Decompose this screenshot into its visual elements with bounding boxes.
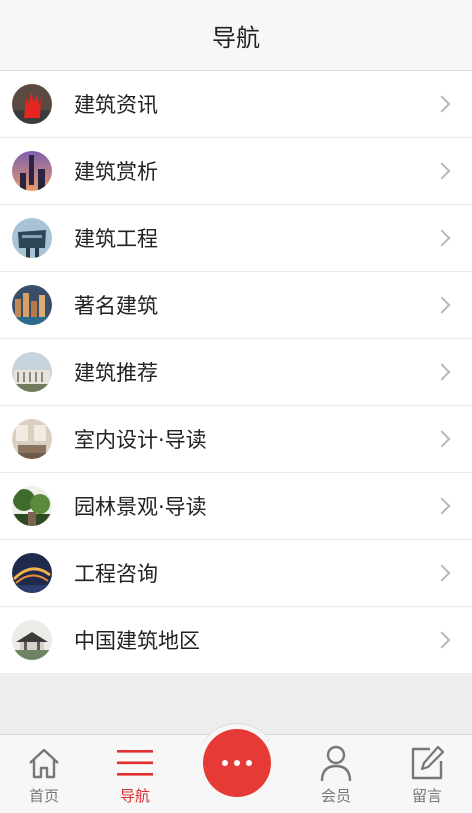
menu-item-label: 建筑工程: [74, 227, 158, 251]
navigation-header: 导航: [0, 0, 472, 71]
menu-item-architecture-news[interactable]: 建筑资讯: [0, 71, 472, 138]
menu-item-construction-engineering[interactable]: 建筑工程: [0, 205, 472, 272]
menu-item-label: 著名建筑: [74, 294, 158, 318]
home-icon: [29, 748, 59, 779]
tab-label: 会员: [320, 787, 351, 805]
interior-room-thumbnail: [12, 419, 52, 459]
chevron-right-icon: [433, 564, 451, 582]
chinese-pavilion-thumbnail: [12, 620, 52, 660]
tower-sunset-thumbnail: [12, 151, 52, 191]
garden-thumbnail: [12, 486, 52, 526]
tab-label: 首页: [28, 787, 59, 805]
chevron-right-icon: [433, 162, 451, 180]
menu-item-label: 建筑推荐: [74, 361, 158, 385]
chevron-right-icon: [433, 631, 451, 649]
chevron-right-icon: [433, 497, 451, 515]
page-title: 导航: [212, 23, 260, 52]
menu-item-interior-design[interactable]: 室内设计·导读: [0, 406, 472, 473]
red-sculpture-thumbnail: [12, 84, 52, 124]
menu-item-architecture-recommendation[interactable]: 建筑推荐: [0, 339, 472, 406]
lit-bridge-thumbnail: [12, 553, 52, 593]
chevron-right-icon: [433, 296, 451, 314]
tab-label: 留言: [411, 787, 442, 805]
more-icon: [222, 760, 252, 766]
tab-member[interactable]: 会员: [291, 735, 381, 813]
menu-item-label: 工程咨询: [74, 562, 158, 586]
menu-item-chinese-architecture-regions[interactable]: 中国建筑地区: [0, 607, 472, 673]
chevron-right-icon: [433, 363, 451, 381]
user-icon: [320, 745, 352, 782]
edit-icon: [411, 745, 445, 780]
navigation-menu: 建筑资讯 建筑赏析 建筑工程 著名建筑 建筑推荐 室内设计·导读 园林景观·导读…: [0, 71, 472, 673]
chevron-right-icon: [433, 430, 451, 448]
city-night-thumbnail: [12, 285, 52, 325]
chevron-right-icon: [433, 229, 451, 247]
tab-message[interactable]: 留言: [382, 735, 472, 813]
more-button[interactable]: [203, 729, 271, 797]
menu-item-label: 园林景观·导读: [74, 495, 207, 519]
classical-facade-thumbnail: [12, 352, 52, 392]
menu-item-label: 室内设计·导读: [74, 428, 207, 452]
menu-item-label: 建筑资讯: [74, 93, 158, 117]
tab-home[interactable]: 首页: [0, 735, 89, 813]
menu-item-architecture-appreciation[interactable]: 建筑赏析: [0, 138, 472, 205]
menu-icon: [117, 750, 153, 776]
menu-item-garden-landscape[interactable]: 园林景观·导读: [0, 473, 472, 540]
chevron-right-icon: [433, 95, 451, 113]
menu-item-label: 中国建筑地区: [74, 629, 200, 653]
tab-label: 导航: [119, 787, 150, 805]
tab-navigation[interactable]: 导航: [90, 735, 180, 813]
menu-item-label: 建筑赏析: [74, 160, 158, 184]
menu-item-engineering-consulting[interactable]: 工程咨询: [0, 540, 472, 607]
menu-item-famous-architecture[interactable]: 著名建筑: [0, 272, 472, 339]
bridge-building-thumbnail: [12, 218, 52, 258]
bottom-tab-bar: 首页 导航 会员 留言: [0, 723, 472, 813]
